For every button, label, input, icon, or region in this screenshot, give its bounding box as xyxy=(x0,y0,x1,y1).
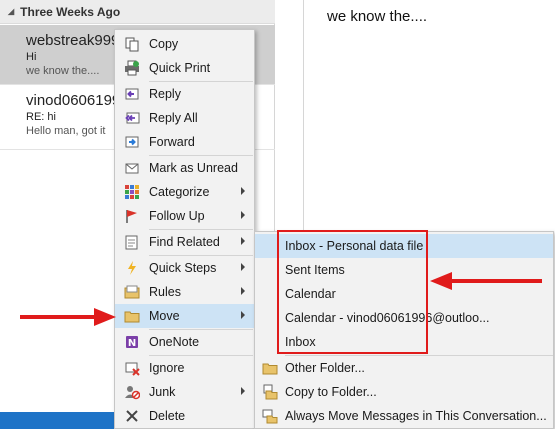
reply-icon xyxy=(115,82,149,106)
reply-all-icon xyxy=(115,106,149,130)
menu-item-label: Mark as Unread xyxy=(149,161,238,175)
copy-icon xyxy=(115,32,149,56)
submenu-arrow-icon xyxy=(241,211,245,219)
group-header-label: Three Weeks Ago xyxy=(20,4,121,19)
find-related-icon xyxy=(115,230,149,254)
menu-item-copy[interactable]: Copy xyxy=(115,32,254,56)
copy-to-folder-icon xyxy=(255,380,285,404)
menu-item-ignore[interactable]: Ignore xyxy=(115,356,254,380)
menu-item-label: Junk xyxy=(149,385,176,399)
forward-icon xyxy=(115,130,149,154)
mark-unread-icon xyxy=(115,156,149,180)
quick-steps-icon xyxy=(115,256,149,280)
annotation-highlight-box xyxy=(277,230,428,354)
submenu-arrow-icon xyxy=(241,287,245,295)
submenu-item-other-folder[interactable]: Other Folder... xyxy=(255,356,553,380)
svg-text:N: N xyxy=(128,338,136,349)
menu-item-label: Delete xyxy=(149,409,186,423)
status-bar xyxy=(0,412,115,429)
submenu-item-label: Copy to Folder... xyxy=(285,385,377,399)
menu-item-junk[interactable]: Junk xyxy=(115,380,254,404)
submenu-item-always-move[interactable]: Always Move Messages in This Conversatio… xyxy=(255,404,553,428)
submenu-arrow-icon xyxy=(241,263,245,271)
menu-item-delete[interactable]: Delete xyxy=(115,404,254,428)
menu-item-forward[interactable]: Forward xyxy=(115,130,254,154)
menu-item-label: Categorize xyxy=(149,185,210,199)
menu-item-mark-as-unread[interactable]: Mark as Unread xyxy=(115,156,254,180)
menu-item-label: Ignore xyxy=(149,361,185,375)
menu-item-quick-print[interactable]: Quick Print xyxy=(115,56,254,80)
menu-item-label: Quick Print xyxy=(149,61,211,75)
move-folder-icon xyxy=(115,304,149,328)
message-body-text: we know the.... xyxy=(327,8,428,25)
annotation-arrow-right xyxy=(430,272,542,290)
submenu-arrow-icon xyxy=(241,237,245,245)
menu-item-move[interactable]: Move xyxy=(115,304,254,328)
menu-item-label: Rules xyxy=(149,285,181,299)
other-folder-icon xyxy=(255,356,285,380)
menu-item-label: Move xyxy=(149,309,180,323)
follow-up-flag-icon xyxy=(115,204,149,228)
onenote-icon: N xyxy=(115,330,149,354)
menu-item-categorize[interactable]: Categorize xyxy=(115,180,254,204)
menu-item-label: Copy xyxy=(149,37,179,51)
menu-item-label: Reply xyxy=(149,87,181,101)
menu-item-rules[interactable]: Rules xyxy=(115,280,254,304)
menu-item-label: Follow Up xyxy=(149,209,205,223)
menu-item-onenote[interactable]: N OneNote xyxy=(115,330,254,354)
submenu-arrow-icon xyxy=(241,387,245,395)
collapse-triangle-icon[interactable]: ◢ xyxy=(8,7,14,16)
submenu-item-label: Other Folder... xyxy=(285,361,365,375)
submenu-arrow-icon xyxy=(241,311,245,319)
always-move-icon xyxy=(255,404,285,428)
ignore-icon xyxy=(115,356,149,380)
submenu-arrow-icon xyxy=(241,187,245,195)
quick-print-icon xyxy=(115,56,149,80)
menu-item-label: OneNote xyxy=(149,335,200,349)
menu-item-label: Forward xyxy=(149,135,195,149)
group-header[interactable]: ◢ Three Weeks Ago xyxy=(0,0,275,24)
menu-item-label: Quick Steps xyxy=(149,261,217,275)
menu-item-follow-up[interactable]: Follow Up xyxy=(115,204,254,228)
menu-item-label: Reply All xyxy=(149,111,198,125)
junk-icon xyxy=(115,380,149,404)
submenu-item-label: Always Move Messages in This Conversatio… xyxy=(285,409,547,423)
delete-icon xyxy=(115,404,149,428)
menu-item-quick-steps[interactable]: Quick Steps xyxy=(115,256,254,280)
menu-item-reply[interactable]: Reply xyxy=(115,82,254,106)
rules-icon xyxy=(115,280,149,304)
annotation-arrow-left xyxy=(20,308,116,326)
menu-item-find-related[interactable]: Find Related xyxy=(115,230,254,254)
menu-item-label: Find Related xyxy=(149,235,220,249)
categorize-icon xyxy=(115,180,149,204)
submenu-item-copy-to-folder[interactable]: Copy to Folder... xyxy=(255,380,553,404)
menu-item-reply-all[interactable]: Reply All xyxy=(115,106,254,130)
context-menu: Copy Quick Print Reply Reply All Forward… xyxy=(114,29,255,429)
